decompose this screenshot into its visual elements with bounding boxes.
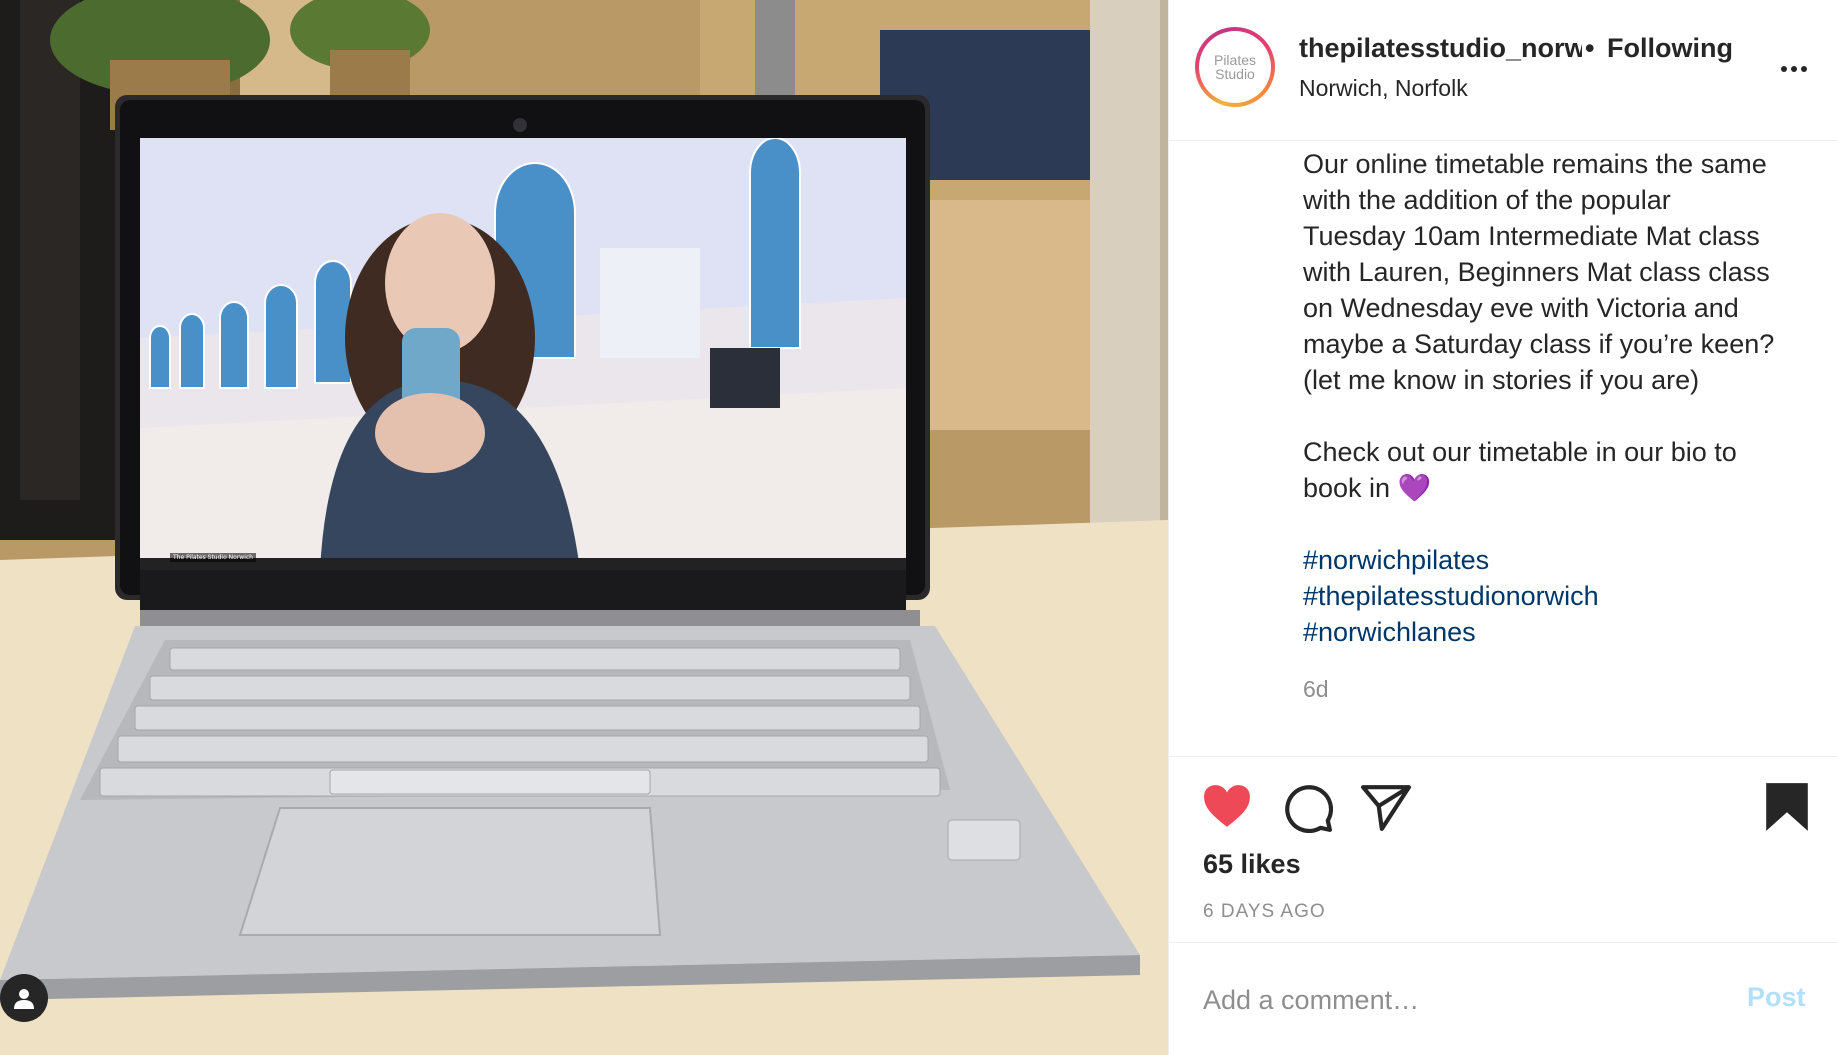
caption-age[interactable]: 6d xyxy=(1303,676,1329,703)
comment-input[interactable] xyxy=(1203,980,1703,1020)
avatar[interactable]: Pilates Studio xyxy=(1195,27,1275,107)
hashtag-link[interactable]: #norwichpilates xyxy=(1303,542,1823,578)
caption-line: with the addition of the popular xyxy=(1303,185,1671,215)
username-link[interactable]: thepilatesstudio_norwich xyxy=(1299,33,1582,64)
more-dot xyxy=(1801,66,1807,72)
separator-dot: • xyxy=(1585,33,1595,63)
avatar-inner: Pilates Studio xyxy=(1199,31,1271,103)
post-header: Pilates Studio thepilatesstudio_norwich … xyxy=(1169,0,1837,141)
caption-text: book in xyxy=(1303,473,1391,503)
following-button[interactable]: Following xyxy=(1607,33,1733,64)
caption-line: Check out our timetable in our bio to xyxy=(1303,437,1737,467)
paper-plane-icon[interactable] xyxy=(1361,783,1411,831)
caption-line: on Wednesday eve with Victoria and xyxy=(1303,293,1739,323)
more-dot xyxy=(1791,66,1797,72)
more-dot xyxy=(1781,66,1787,72)
action-bar: 65 likes 6 DAYS AGO xyxy=(1169,756,1837,943)
post-timestamp[interactable]: 6 DAYS AGO xyxy=(1203,901,1326,923)
logo-text-line-2: Studio xyxy=(1215,66,1255,82)
video-call-screen: The Pilates Studio Norwich xyxy=(140,138,906,570)
video-participant-name: The Pilates Studio Norwich xyxy=(170,553,256,562)
caption-line: with Lauren, Beginners Mat class class xyxy=(1303,257,1770,287)
studio-logo: Pilates Studio xyxy=(1203,35,1267,99)
purple-heart-emoji: 💜 xyxy=(1397,473,1432,503)
comment-icon[interactable] xyxy=(1283,783,1333,833)
likes-count[interactable]: 65 likes xyxy=(1203,849,1301,880)
tagged-users-button[interactable] xyxy=(0,974,48,1022)
hashtag-link[interactable]: #norwichlanes xyxy=(1303,614,1823,650)
video-call-image xyxy=(140,138,906,570)
heart-filled-icon[interactable] xyxy=(1202,783,1252,829)
comment-box: Post xyxy=(1169,942,1837,1055)
caption-line: book in 💜 xyxy=(1303,470,1823,506)
caption-line: maybe a Saturday class if you’re keen? xyxy=(1303,329,1775,359)
more-options-icon[interactable] xyxy=(1774,55,1814,83)
location-link[interactable]: Norwich, Norfolk xyxy=(1299,75,1468,102)
post-comment-button[interactable]: Post xyxy=(1747,982,1806,1013)
caption-line: Our online timetable remains the same xyxy=(1303,149,1767,179)
post-caption: Our online timetable remains the same wi… xyxy=(1303,146,1823,650)
post-sidebar: Pilates Studio thepilatesstudio_norwich … xyxy=(1168,0,1837,1055)
user-icon xyxy=(14,989,34,1009)
caption-line: (let me know in stories if you are) xyxy=(1303,365,1700,395)
bookmark-filled-icon[interactable] xyxy=(1764,781,1810,833)
caption-line: Tuesday 10am Intermediate Mat class xyxy=(1303,221,1760,251)
hashtag-link[interactable]: #thepilatesstudionorwich xyxy=(1303,578,1823,614)
logo-text-line-1: Pilates xyxy=(1213,52,1257,68)
post-photo[interactable]: The Pilates Studio Norwich xyxy=(0,0,1168,1055)
